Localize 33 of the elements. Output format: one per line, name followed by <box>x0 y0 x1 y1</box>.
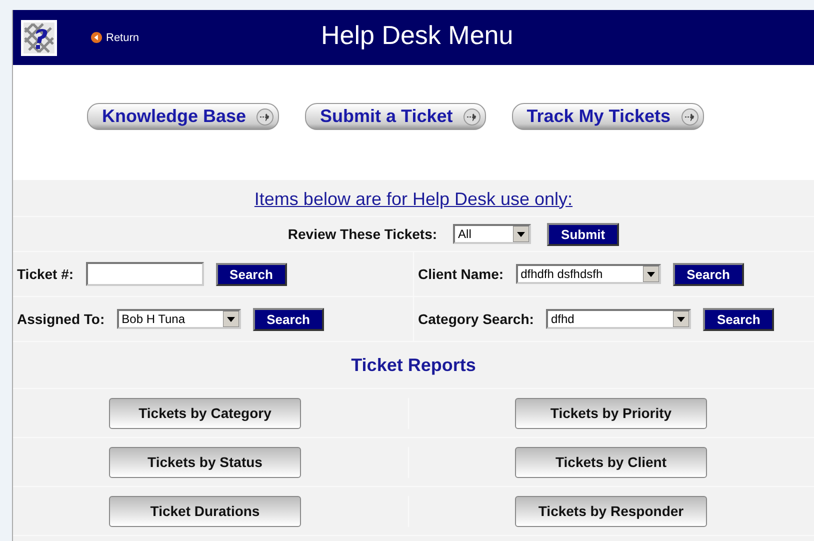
dropdown-field[interactable]: dfhdfh dsfhdsfh <box>516 264 661 284</box>
return-link[interactable]: Return <box>91 32 140 44</box>
search-label: Category Search: <box>418 311 534 327</box>
search-button[interactable]: Search <box>702 308 774 330</box>
report-button[interactable]: Tickets by Priority <box>515 398 707 428</box>
staff-heading-link[interactable]: Items below are for Help Desk use only: <box>254 188 573 210</box>
section-heading: Ticket Reports <box>351 354 476 376</box>
dropdown-field[interactable]: All <box>453 224 532 244</box>
report-button[interactable]: Tickets by Responder <box>515 496 707 526</box>
review-label: Review These Tickets: <box>288 226 438 242</box>
report-button[interactable]: Tickets by Status <box>109 446 301 478</box>
nav-button[interactable]: Submit a Ticket <box>305 103 486 130</box>
page-title: Help Desk Menu <box>321 20 514 51</box>
dropdown-arrow-icon[interactable] <box>672 311 689 327</box>
search-label: Client Name: <box>418 266 504 282</box>
search-label: Assigned To: <box>17 311 105 327</box>
report-button[interactable]: Tickets by Client <box>515 446 707 478</box>
report-button[interactable]: Ticket Durations <box>109 496 301 526</box>
submit-button[interactable]: Submit <box>547 222 620 246</box>
nav-button[interactable]: Knowledge Base <box>87 103 280 130</box>
search-button[interactable]: Search <box>252 308 324 330</box>
help-logo-icon <box>21 20 57 56</box>
nav-button[interactable]: Track My Tickets <box>512 103 704 130</box>
dropdown-arrow-icon[interactable] <box>642 266 659 282</box>
search-label: Ticket #: <box>17 266 74 282</box>
dropdown-arrow-icon[interactable] <box>222 311 239 327</box>
ticket-number-field[interactable] <box>86 262 204 286</box>
report-button[interactable]: Tickets by Category <box>109 398 301 428</box>
search-button[interactable]: Search <box>672 262 744 286</box>
dropdown-field[interactable]: dfhd <box>546 309 691 329</box>
dropdown-arrow-icon[interactable] <box>513 226 530 242</box>
search-button[interactable]: Search <box>216 262 287 286</box>
dropdown-field[interactable]: Bob H Tuna <box>116 309 241 329</box>
